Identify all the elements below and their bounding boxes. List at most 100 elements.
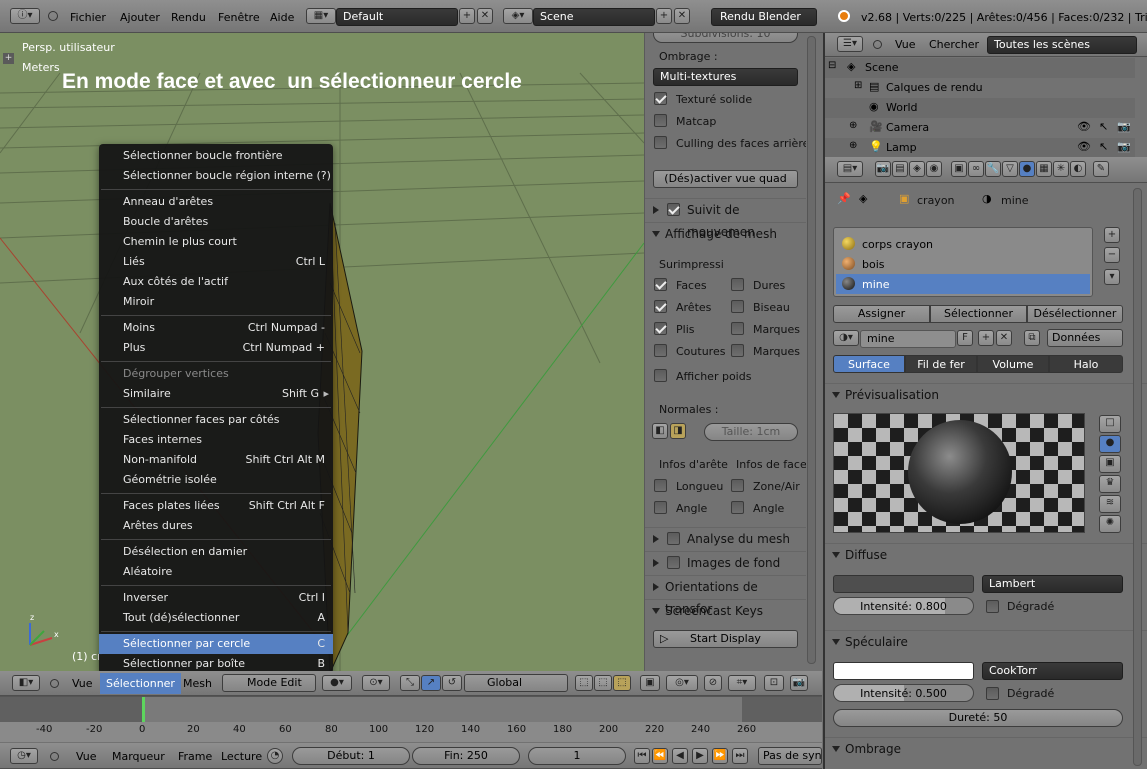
tab-material-icon[interactable]: ● xyxy=(1019,161,1035,177)
plis-checkbox[interactable] xyxy=(654,322,667,335)
jump-end-icon[interactable]: ⏭ xyxy=(732,748,748,764)
tab-scene-icon[interactable]: ◈ xyxy=(909,161,925,177)
rotate-icon[interactable]: ↺ xyxy=(442,675,462,691)
material-slot[interactable]: bois xyxy=(834,254,1092,274)
shading-select-icon[interactable]: ●▾ xyxy=(322,675,352,691)
tab-particles-icon[interactable]: ✳ xyxy=(1053,161,1069,177)
layout-remove-icon[interactable]: ✕ xyxy=(477,8,493,24)
material-slot-active[interactable]: mine xyxy=(836,274,1090,294)
menu-aide[interactable]: Aide xyxy=(270,11,294,24)
current-frame-field[interactable]: 1 xyxy=(528,747,626,765)
menu-item-faces-plates[interactable]: Faces plates liées Shift Ctrl Alt F xyxy=(99,496,333,516)
scene-remove-icon[interactable]: ✕ xyxy=(674,8,690,24)
collapse-icon[interactable] xyxy=(48,11,58,21)
assigner-button[interactable]: Assigner xyxy=(833,305,930,323)
zone-air-checkbox[interactable] xyxy=(731,479,744,492)
translate-icon[interactable]: ↗ xyxy=(421,675,441,691)
menu-item-aux-cotes[interactable]: Aux côtés de l'actif xyxy=(99,272,333,292)
layout-icon[interactable]: ▦▾ xyxy=(306,8,336,24)
aretes-checkbox[interactable] xyxy=(654,300,667,313)
slot-menu-icon[interactable]: ▾ xyxy=(1104,269,1120,285)
scene-add-icon[interactable]: + xyxy=(656,8,672,24)
link-select[interactable]: Données xyxy=(1047,329,1123,347)
face-normals-icon[interactable]: ◨ xyxy=(670,423,686,439)
cursor-icon[interactable]: ↖ xyxy=(1099,140,1108,153)
play-reverse-icon[interactable]: ◀ xyxy=(672,748,688,764)
afficher-poids-checkbox[interactable] xyxy=(654,369,667,382)
menu-chercher[interactable]: Chercher xyxy=(929,38,979,51)
proportional-icon[interactable]: ◎▾ xyxy=(666,675,698,691)
menu-item-inverser[interactable]: Inverser Ctrl I xyxy=(99,588,333,608)
eye-icon[interactable]: 👁 xyxy=(1077,140,1091,153)
fake-user-button[interactable]: F xyxy=(957,330,973,346)
suivit-checkbox[interactable] xyxy=(667,203,680,216)
menu-fenetre[interactable]: Fenêtre xyxy=(218,11,260,24)
edge-select-icon[interactable]: ⬚ xyxy=(594,675,612,691)
menu-selectionner[interactable]: Sélectionner xyxy=(100,673,181,694)
menu-item-lies[interactable]: Liés Ctrl L xyxy=(99,252,333,272)
biseau-checkbox[interactable] xyxy=(731,300,744,313)
preview-sky-icon[interactable]: ✺ xyxy=(1099,515,1121,533)
menu-item-non-manifold[interactable]: Non-manifold Shift Ctrl Alt M xyxy=(99,450,333,470)
analyse-panel-header[interactable]: Analyse du mesh xyxy=(645,527,806,549)
ombrage-panel-header[interactable]: Ombrage xyxy=(825,737,1147,759)
preview-hair-icon[interactable]: ≋ xyxy=(1099,495,1121,513)
preview-panel-header[interactable]: Prévisualisation xyxy=(825,383,1147,405)
marques-checkbox[interactable] xyxy=(731,344,744,357)
tab-layers-icon[interactable]: ▤ xyxy=(892,161,908,177)
tab-physics-icon[interactable]: ◐ xyxy=(1070,161,1086,177)
render-icon[interactable]: 📷 xyxy=(1117,140,1131,153)
orientations-panel-header[interactable]: Orientations de transfor xyxy=(645,575,806,616)
menu-item-moins[interactable]: Moins Ctrl Numpad - xyxy=(99,318,333,338)
start-frame-field[interactable]: Début: 1 xyxy=(292,747,410,765)
snap-icon[interactable]: ⊘ xyxy=(704,675,722,691)
start-display-button[interactable]: ▷ Start Display xyxy=(653,630,798,648)
ombrage-select[interactable]: Multi-textures xyxy=(653,68,798,86)
remove-slot-icon[interactable]: − xyxy=(1104,247,1120,263)
outliner-row[interactable]: ⊞ ▤ Calques de rendu xyxy=(825,78,1135,98)
add-slot-icon[interactable]: + xyxy=(1104,227,1120,243)
play-icon[interactable]: ▶ xyxy=(692,748,708,764)
menu-item-anneau-aretes[interactable]: Anneau d'arêtes xyxy=(99,192,333,212)
affichage-mesh-header[interactable]: Affichage de mesh xyxy=(645,222,806,244)
outliner-row[interactable]: ◉ World xyxy=(825,98,1135,118)
jump-start-icon[interactable]: ⏮ xyxy=(634,748,650,764)
occlude-icon[interactable]: ▣ xyxy=(640,675,660,691)
snap-element-icon[interactable]: ⌗▾ xyxy=(728,675,756,691)
menu-item-boucle-frontiere[interactable]: Sélectionner boucle frontière xyxy=(99,146,333,166)
tab-world-icon[interactable]: ◉ xyxy=(926,161,942,177)
menu-item-chemin-court[interactable]: Chemin le plus court xyxy=(99,232,333,252)
render-icon[interactable]: 📷 xyxy=(790,675,808,691)
layers-icon[interactable]: ⊡ xyxy=(764,675,784,691)
selectionner-button[interactable]: Sélectionner xyxy=(930,305,1027,323)
menu-mesh[interactable]: Mesh xyxy=(183,677,212,690)
collapse-icon[interactable] xyxy=(50,752,59,761)
menu-vue[interactable]: Vue xyxy=(76,750,97,763)
quad-view-button[interactable]: (Dés)activer vue quad xyxy=(653,170,798,188)
scene-icon[interactable]: ◈▾ xyxy=(503,8,533,24)
tab-extra-icon[interactable]: ✎ xyxy=(1093,161,1109,177)
manipulator-icon[interactable]: ⤡ xyxy=(400,675,420,691)
menu-item-boucle-aretes[interactable]: Boucle d'arêtes xyxy=(99,212,333,232)
layout-field[interactable]: Default xyxy=(336,8,458,26)
menu-marqueur[interactable]: Marqueur xyxy=(112,750,165,763)
material-name-field[interactable]: mine xyxy=(860,330,956,348)
tab-volume[interactable]: Volume xyxy=(977,355,1049,373)
preview-sphere-icon[interactable]: ● xyxy=(1099,435,1121,453)
preview-flat-icon[interactable]: □ xyxy=(1099,415,1121,433)
menu-item-par-cercle[interactable]: Sélectionner par cercle C xyxy=(99,634,333,654)
layout-add-icon[interactable]: + xyxy=(459,8,475,24)
tab-data-icon[interactable]: ▽ xyxy=(1002,161,1018,177)
menu-vue[interactable]: Vue xyxy=(72,677,93,690)
outliner-row[interactable]: ⊕ 💡 Lamp 👁 ↖ 📷 xyxy=(825,138,1135,157)
menu-item-faces-internes[interactable]: Faces internes xyxy=(99,430,333,450)
menu-frame[interactable]: Frame xyxy=(178,750,212,763)
timeline-current-frame-marker[interactable] xyxy=(142,697,145,722)
eye-icon[interactable]: 👁 xyxy=(1077,120,1091,133)
angle-face-checkbox[interactable] xyxy=(731,501,744,514)
tab-halo[interactable]: Halo xyxy=(1049,355,1123,373)
diffuse-shader-select[interactable]: Lambert xyxy=(982,575,1123,593)
end-frame-field[interactable]: Fin: 250 xyxy=(412,747,520,765)
prev-keyframe-icon[interactable]: ⏪ xyxy=(652,748,668,764)
collapse-icon[interactable] xyxy=(50,679,59,688)
